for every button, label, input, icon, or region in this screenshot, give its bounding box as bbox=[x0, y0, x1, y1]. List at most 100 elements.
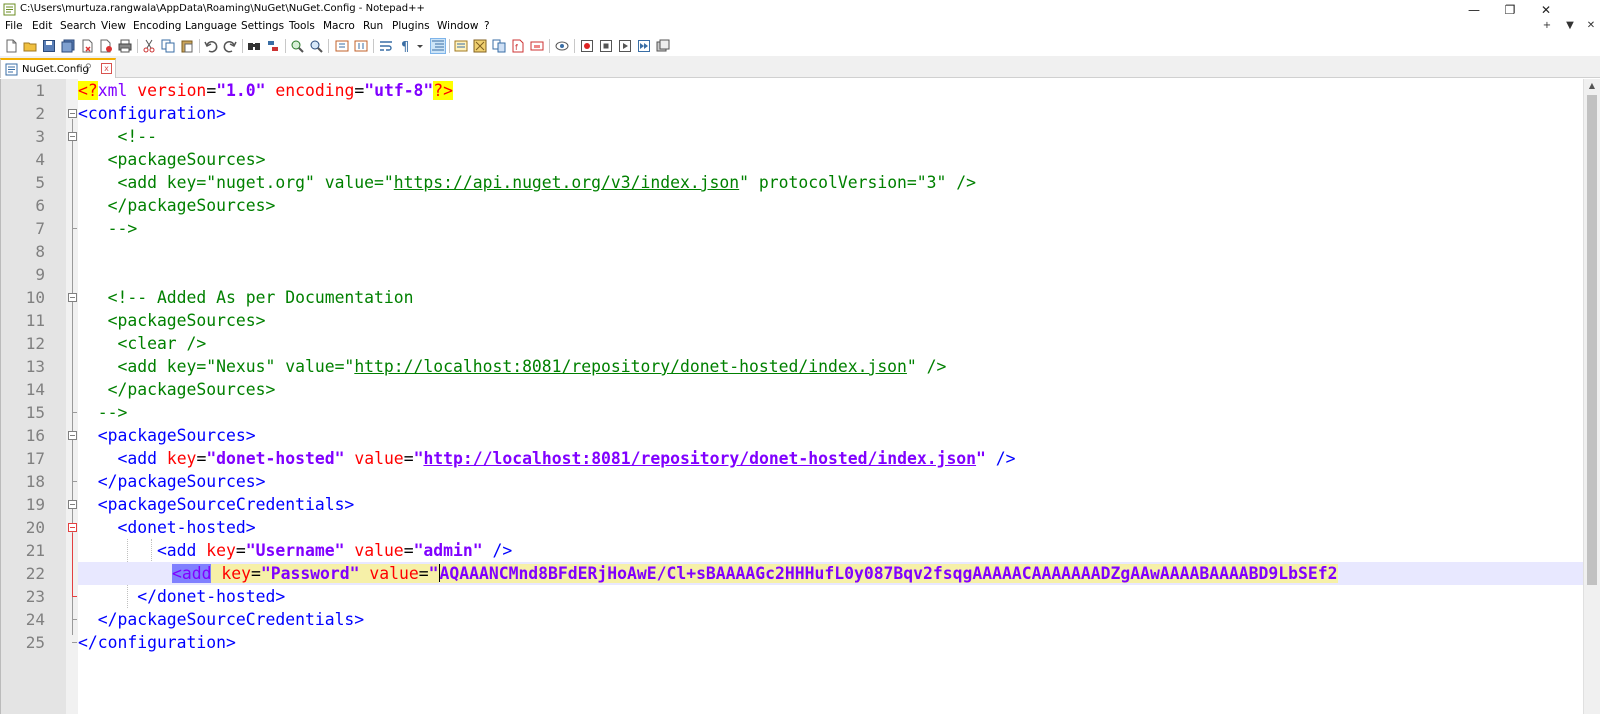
menu-encoding[interactable]: Encoding bbox=[133, 20, 181, 32]
line-number: 22 bbox=[25, 564, 45, 583]
line-number: 21 bbox=[25, 541, 45, 560]
line-number: 14 bbox=[25, 380, 45, 399]
fold-toggle[interactable] bbox=[68, 132, 77, 141]
xml-decl-close: ?> bbox=[433, 81, 454, 100]
menu-help[interactable]: ? bbox=[484, 20, 490, 32]
tag-credentials-open: <packageSourceCredentials> bbox=[78, 495, 355, 514]
fold-toggle[interactable] bbox=[68, 293, 77, 302]
restore-button[interactable]: ❐ bbox=[1492, 0, 1528, 20]
toolbar-separator bbox=[285, 39, 286, 53]
word-wrap-icon[interactable] bbox=[378, 38, 394, 54]
sync-horizontal-icon[interactable] bbox=[353, 38, 369, 54]
code-line-20: <donet-hosted> bbox=[78, 516, 1583, 539]
fold-end-marker bbox=[72, 619, 77, 620]
comment-url[interactable]: https://api.nuget.org/v3/index.json bbox=[394, 173, 739, 192]
code-line-14: </packageSources> bbox=[78, 378, 1583, 401]
menu-run[interactable]: Run bbox=[363, 20, 383, 32]
fold-end-marker bbox=[72, 642, 77, 643]
tab-nuget-config[interactable]: NuGet.Config ⚲ x bbox=[0, 58, 116, 78]
line-number-gutter: 1 2 3 4 5 6 7 8 9 10 11 12 13 14 15 16 1… bbox=[0, 79, 66, 714]
run-macro-multiple-icon[interactable] bbox=[636, 38, 652, 54]
tab-close-icon[interactable]: x bbox=[101, 63, 112, 74]
cut-icon[interactable] bbox=[141, 38, 157, 54]
menu-window[interactable]: Window bbox=[437, 20, 478, 32]
line-number: 4 bbox=[35, 150, 45, 169]
svg-text:f: f bbox=[515, 43, 518, 52]
close-file-icon[interactable] bbox=[79, 38, 95, 54]
attr-key: key bbox=[156, 449, 197, 468]
code-line-15: --> bbox=[78, 401, 1583, 424]
new-tab-plus-icon[interactable]: + bbox=[1540, 20, 1554, 31]
zoom-out-icon[interactable] bbox=[308, 38, 324, 54]
tag-configuration-open: <configuration> bbox=[78, 104, 227, 123]
menu-plugins[interactable]: Plugins bbox=[392, 20, 430, 32]
redo-icon[interactable] bbox=[222, 38, 238, 54]
new-file-icon[interactable] bbox=[3, 38, 19, 54]
menu-settings[interactable]: Settings bbox=[241, 20, 284, 32]
tag-close: /> bbox=[985, 449, 1016, 468]
save-all-icon[interactable] bbox=[60, 38, 76, 54]
define-language-icon[interactable] bbox=[453, 38, 469, 54]
doc-map-icon[interactable] bbox=[472, 38, 488, 54]
indent-guide-icon[interactable] bbox=[430, 38, 446, 54]
zoom-in-icon[interactable] bbox=[289, 38, 305, 54]
equals: = bbox=[235, 541, 246, 560]
fold-toggle[interactable] bbox=[68, 109, 77, 118]
toolbar-separator bbox=[549, 39, 550, 53]
tab-label: NuGet.Config bbox=[22, 63, 89, 75]
stop-macro-icon[interactable] bbox=[598, 38, 614, 54]
tag-packagesources-open: <packageSources> bbox=[78, 426, 256, 445]
svg-text:¶: ¶ bbox=[401, 40, 409, 53]
menu-search[interactable]: Search bbox=[60, 20, 96, 32]
close-window-button[interactable]: ✕ bbox=[1528, 0, 1564, 20]
menu-file[interactable]: File bbox=[5, 20, 23, 32]
tab-bar: NuGet.Config ⚲ x bbox=[0, 56, 1600, 78]
scroll-up-arrow-icon[interactable]: ▲ bbox=[1584, 79, 1600, 93]
undo-icon[interactable] bbox=[203, 38, 219, 54]
value-url[interactable]: http://localhost:8081/repository/donet-h… bbox=[423, 449, 976, 468]
close-all-icon[interactable] bbox=[98, 38, 114, 54]
minimize-button[interactable]: — bbox=[1456, 0, 1492, 20]
replace-icon[interactable] bbox=[265, 38, 281, 54]
menu-macro[interactable]: Macro bbox=[323, 20, 355, 32]
save-macro-icon[interactable] bbox=[655, 38, 671, 54]
fold-toggle-active[interactable] bbox=[68, 523, 77, 532]
value-password-hash: AQAAANCMnd8BFdERjHoAwE/Cl+sBAAAAGc2HHHuf… bbox=[439, 564, 1338, 583]
comment-url[interactable]: http://localhost:8081/repository/donet-h… bbox=[354, 357, 907, 376]
function-list-icon[interactable] bbox=[491, 38, 507, 54]
toolbar-separator bbox=[199, 39, 200, 53]
code-line-12: <clear /> bbox=[78, 332, 1583, 355]
code-line-24: </packageSourceCredentials> bbox=[78, 608, 1583, 631]
save-icon[interactable] bbox=[41, 38, 57, 54]
find-icon[interactable] bbox=[246, 38, 262, 54]
equals: = bbox=[418, 564, 429, 583]
code-area[interactable]: <?xml version="1.0" encoding="utf-8"?> <… bbox=[78, 79, 1583, 714]
scrollbar-thumb[interactable] bbox=[1587, 95, 1597, 585]
folder-workspace-icon[interactable]: f bbox=[510, 38, 526, 54]
menu-edit[interactable]: Edit bbox=[32, 20, 52, 32]
fold-guide-active bbox=[72, 533, 73, 596]
line-number: 1 bbox=[35, 81, 45, 100]
tab-list-dropdown-icon[interactable]: ▼ bbox=[1563, 20, 1577, 31]
fold-toggle[interactable] bbox=[68, 500, 77, 509]
fold-toggle[interactable] bbox=[68, 431, 77, 440]
print-icon[interactable] bbox=[117, 38, 133, 54]
tag-credentials-close: </packageSourceCredentials> bbox=[78, 610, 365, 629]
eye-icon[interactable] bbox=[554, 38, 570, 54]
pin-icon[interactable]: ⚲ bbox=[85, 63, 92, 73]
record-macro-icon[interactable] bbox=[579, 38, 595, 54]
menu-view[interactable]: View bbox=[101, 20, 126, 32]
sync-vertical-icon[interactable] bbox=[334, 38, 350, 54]
menu-tools[interactable]: Tools bbox=[289, 20, 315, 32]
copy-icon[interactable] bbox=[160, 38, 176, 54]
close-document-icon[interactable]: ✕ bbox=[1584, 20, 1598, 31]
show-all-chars-icon[interactable]: ¶ bbox=[397, 38, 413, 54]
open-file-icon[interactable] bbox=[22, 38, 38, 54]
comment-text: </packageSources> bbox=[78, 196, 276, 215]
chevron-down-icon[interactable] bbox=[412, 38, 428, 54]
monitoring-icon[interactable] bbox=[529, 38, 545, 54]
menu-language[interactable]: Language bbox=[185, 20, 237, 32]
paste-icon[interactable] bbox=[179, 38, 195, 54]
vertical-scrollbar[interactable]: ▲ bbox=[1583, 79, 1600, 714]
play-macro-icon[interactable] bbox=[617, 38, 633, 54]
